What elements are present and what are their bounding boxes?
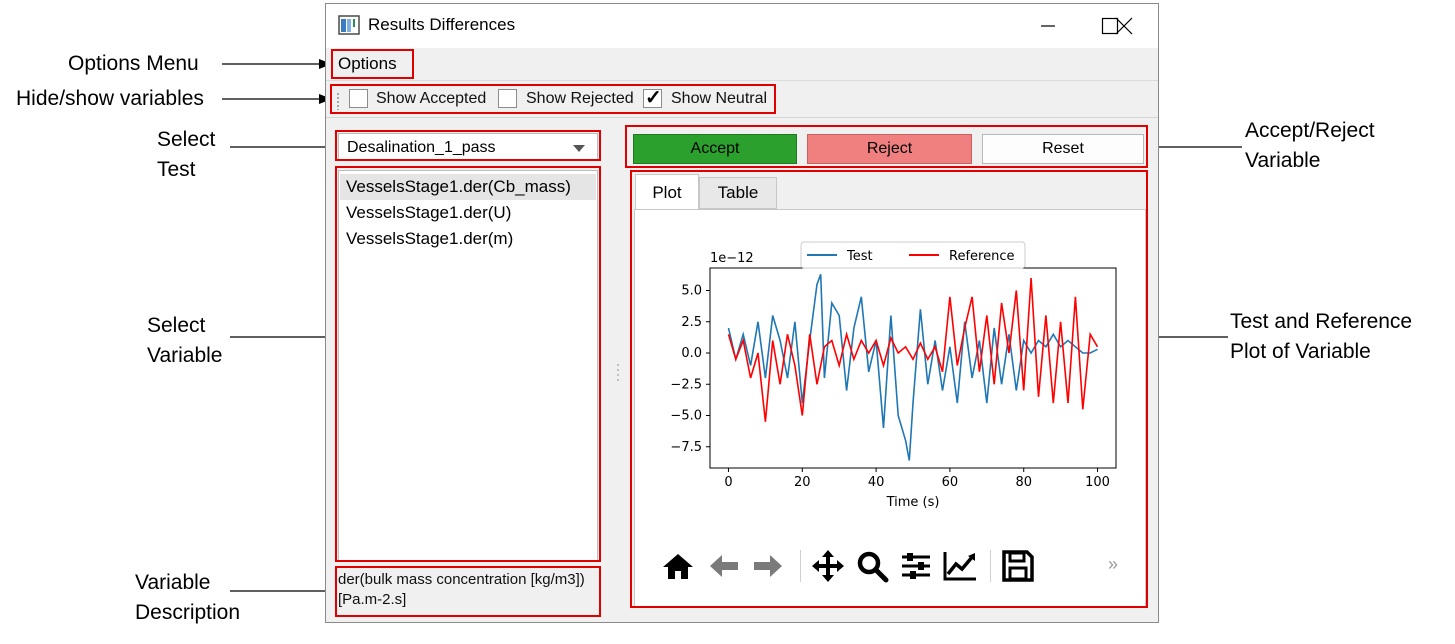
annotation-arrow: [1146, 142, 1242, 152]
annotation-options-menu: Options Menu: [68, 52, 199, 75]
annotation-variable-description-2: Description: [135, 601, 241, 624]
highlight-select-test: [335, 130, 601, 161]
annotation-accept-reject-2: Variable: [1245, 149, 1321, 172]
close-button[interactable]: [1094, 4, 1154, 48]
app-icon: [338, 15, 360, 35]
annotation-test-reference-1: Test and Reference: [1230, 310, 1413, 333]
annotation-arrow: [230, 332, 340, 342]
annotation-arrow: [230, 586, 340, 596]
highlight-options-menu: [331, 49, 414, 79]
title-bar[interactable]: Results Differences: [326, 4, 1158, 48]
highlight-accept-reject: [625, 125, 1148, 168]
annotation-variable-description-1: Variable: [135, 571, 211, 594]
minimize-spacer: [1020, 4, 1080, 48]
annotation-select-variable-2: Variable: [147, 344, 223, 367]
annotation-accept-reject-1: Accept/Reject: [1245, 119, 1375, 142]
window-title: Results Differences: [368, 15, 516, 34]
annotation-test-reference-2: Plot of Variable: [1230, 340, 1371, 363]
annotation-arrow: [222, 59, 332, 69]
highlight-hide-show: [330, 84, 776, 114]
highlight-variable-description: [335, 566, 601, 617]
annotation-hide-show: Hide/show variables: [16, 87, 204, 110]
annotation-arrow: [222, 94, 332, 104]
annotation-select-test-1: Select: [157, 128, 216, 151]
highlight-plot: [630, 170, 1148, 608]
annotation-select-variable-1: Select: [147, 314, 206, 337]
highlight-select-variable: [335, 166, 601, 562]
splitter-handle[interactable]: [616, 362, 620, 382]
annotation-arrow: [230, 142, 340, 152]
annotation-select-test-2: Test: [157, 158, 196, 181]
close-icon: [1115, 17, 1133, 35]
menu-bar: [326, 48, 1158, 81]
